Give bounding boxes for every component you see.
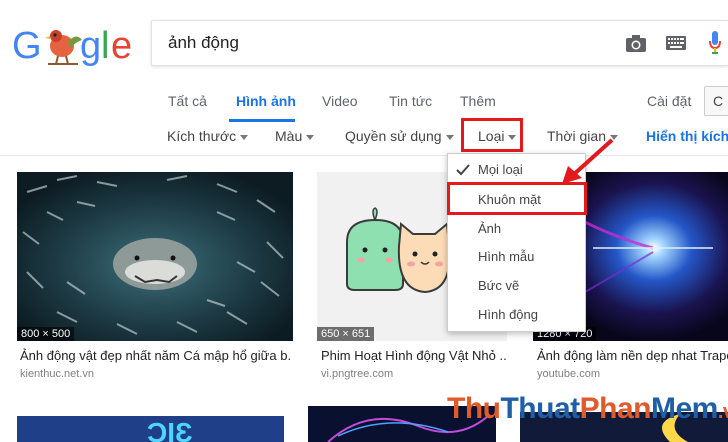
header-divider xyxy=(0,155,728,156)
result-source-1[interactable]: kienthuc.net.vn xyxy=(20,368,94,380)
result-caption-1[interactable]: Ảnh động vật đẹp nhất năm Cá mập hổ giữa… xyxy=(20,348,292,363)
result-caption-2[interactable]: Phim Hoạt Hình động Vật Nhỏ ... xyxy=(321,348,507,363)
watermark-part: Mem xyxy=(651,392,718,425)
checkmark-icon xyxy=(456,164,470,176)
svg-text:ƆƖƐ: ƆƖƐ xyxy=(147,417,193,442)
dropdown-item-line-drawing[interactable]: Bức vẽ xyxy=(478,278,519,293)
caret-down-icon xyxy=(445,134,454,140)
image-dimensions: 650 × 651 xyxy=(317,327,375,341)
filter-size[interactable]: Kích thước xyxy=(167,128,249,144)
filter-usage-rights-label: Quyền sử dụng xyxy=(345,128,442,144)
svg-text:G: G xyxy=(12,25,42,67)
tab-news[interactable]: Tin tức xyxy=(389,93,432,109)
settings-link[interactable]: Cài đặt xyxy=(647,93,691,109)
filter-color[interactable]: Màu xyxy=(275,128,315,144)
camera-icon[interactable] xyxy=(625,33,647,53)
watermark-part: Phan xyxy=(579,392,652,425)
search-input[interactable]: ảnh động xyxy=(168,33,239,53)
caret-down-icon xyxy=(240,134,249,140)
result-thumbnail-4[interactable]: ƆƖƐ xyxy=(17,416,284,442)
caret-down-icon xyxy=(306,134,315,140)
result-thumbnail-1[interactable]: 800 × 500 xyxy=(17,172,293,341)
red-arrow-icon xyxy=(562,138,614,184)
result-source-3[interactable]: youtube.com xyxy=(537,368,600,380)
tab-all[interactable]: Tất cả xyxy=(168,93,207,109)
image-dimensions: 800 × 500 xyxy=(17,327,75,341)
tab-video[interactable]: Video xyxy=(322,93,358,109)
tools-button-label: C xyxy=(713,93,724,109)
dropdown-item-animated[interactable]: Hình động xyxy=(478,307,538,322)
filter-color-label: Màu xyxy=(275,128,303,144)
filter-size-label: Kích thước xyxy=(167,128,237,144)
dropdown-item-clip-art[interactable]: Hình mẫu xyxy=(478,249,534,264)
microphone-icon[interactable] xyxy=(709,31,721,55)
watermark-part: Thuat xyxy=(500,392,580,425)
header: G g l e ảnh động Tất cả Hình ảnh Video T… xyxy=(0,0,728,155)
tab-more[interactable]: Thêm xyxy=(460,93,496,109)
keyboard-icon[interactable] xyxy=(666,36,686,50)
google-logo-icon: G g l e xyxy=(12,25,132,67)
watermark-part: Thu xyxy=(447,392,501,425)
google-doodle-logo[interactable]: G g l e xyxy=(12,20,136,70)
search-box[interactable]: ảnh động xyxy=(151,20,728,66)
svg-text:l: l xyxy=(101,25,109,67)
highlight-box-face-item xyxy=(447,182,587,215)
shark-fish-image xyxy=(17,172,293,341)
dropdown-item-any-type[interactable]: Mọi loại xyxy=(478,162,523,177)
active-tab-indicator xyxy=(229,119,295,122)
dropdown-item-photo[interactable]: Ảnh xyxy=(478,221,501,236)
result-caption-3[interactable]: Ảnh động làm nền dẹp nhat Trapco xyxy=(537,348,728,363)
tab-images[interactable]: Hình ảnh xyxy=(236,93,296,109)
animated-letters-image: ƆƖƐ xyxy=(17,416,284,442)
svg-text:e: e xyxy=(111,25,132,67)
tools-button[interactable]: C xyxy=(704,86,728,116)
highlight-box-type-filter xyxy=(461,118,523,152)
result-source-2[interactable]: vi.pngtree.com xyxy=(321,368,393,380)
watermark-part: .vn xyxy=(717,401,728,423)
watermark-logo: ThuThuatPhanMem.vn xyxy=(447,392,728,426)
show-sizes-link[interactable]: Hiển thị kích xyxy=(646,128,728,144)
filter-usage-rights[interactable]: Quyền sử dụng xyxy=(345,128,454,144)
svg-text:g: g xyxy=(80,25,101,67)
